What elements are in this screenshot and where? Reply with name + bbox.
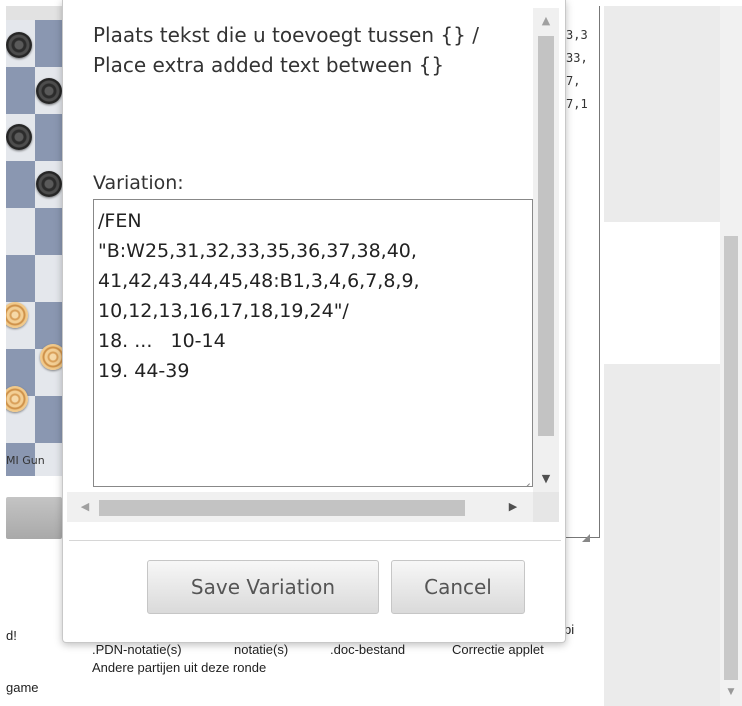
textarea-resize-icon[interactable]: [521, 475, 530, 484]
scroll-down-icon[interactable]: ▼: [533, 466, 559, 492]
resize-grip-icon[interactable]: [580, 532, 590, 542]
scroll-left-icon[interactable]: ◀: [75, 492, 95, 522]
variation-label: Variation:: [93, 172, 184, 194]
move-fragment: 7,: [566, 74, 581, 88]
variation-line: "B:W25,31,32,33,35,36,37,38,40,: [98, 240, 417, 262]
black-piece-icon[interactable]: [36, 78, 62, 104]
board-square[interactable]: [6, 255, 35, 302]
white-piece-icon[interactable]: [40, 344, 62, 370]
dialog-scroll-area: Plaats tekst die u toevoegt tussen {} / …: [67, 6, 561, 526]
link-game[interactable]: game: [6, 680, 39, 695]
save-variation-button[interactable]: Save Variation: [147, 560, 379, 614]
board-square[interactable]: [6, 67, 35, 114]
cancel-button[interactable]: Cancel: [391, 560, 525, 614]
variation-line: 19. 44-39: [98, 360, 190, 382]
link-fragment[interactable]: d!: [6, 628, 17, 643]
link-notatie[interactable]: notatie(s): [234, 642, 288, 657]
link-pdn-notatie[interactable]: .PDN-notatie(s): [92, 642, 182, 657]
player-name-label: MI Gun: [6, 454, 45, 467]
checkers-board[interactable]: [6, 6, 62, 476]
horizontal-scrollbar[interactable]: ◀ ▶: [67, 492, 533, 522]
page-scrollbar-thumb[interactable]: [724, 236, 738, 680]
black-piece-icon[interactable]: [6, 32, 32, 58]
board-square[interactable]: [35, 208, 62, 255]
board-square[interactable]: [35, 114, 62, 161]
variation-dialog: Plaats tekst die u toevoegt tussen {} / …: [62, 0, 566, 643]
page-scroll-down-icon[interactable]: ▼: [724, 684, 738, 700]
black-piece-icon[interactable]: [6, 124, 32, 150]
dialog-divider: [69, 540, 561, 541]
side-panel-bottom: [604, 364, 720, 706]
variation-text: /FEN "B:W25,31,32,33,35,36,37,38,40, 41,42…: [98, 206, 420, 386]
variation-line: /FEN: [98, 210, 142, 232]
scrollbar-corner: [533, 492, 559, 522]
move-fragment: 33,: [566, 51, 588, 65]
vertical-scrollbar-thumb[interactable]: [538, 36, 554, 436]
scroll-right-icon[interactable]: ▶: [503, 492, 523, 522]
link-andere-partijen[interactable]: Andere partijen uit deze ronde: [92, 660, 266, 675]
scroll-up-icon[interactable]: ▲: [533, 8, 559, 34]
black-piece-icon[interactable]: [36, 171, 62, 197]
link-doc-bestand[interactable]: .doc-bestand: [330, 642, 405, 657]
vertical-scrollbar[interactable]: ▲ ▼: [533, 8, 559, 492]
background-button[interactable]: [6, 497, 62, 539]
moves-list-text: 3,3 33, 7, 7,1: [566, 24, 588, 116]
variation-textarea[interactable]: /FEN "B:W25,31,32,33,35,36,37,38,40, 41,42…: [93, 199, 533, 487]
variation-line: 10,12,13,16,17,18,19,24"/: [98, 300, 349, 322]
instructions-text: Plaats tekst die u toevoegt tussen {} / …: [93, 23, 479, 77]
board-square[interactable]: [6, 161, 35, 208]
move-fragment: 3,3: [566, 28, 588, 42]
horizontal-scrollbar-thumb[interactable]: [99, 500, 465, 516]
link-correctie-applet[interactable]: Correctie applet: [452, 642, 544, 657]
board-square[interactable]: [35, 302, 62, 349]
variation-line: 18. ... 10-14: [98, 330, 226, 352]
board-square[interactable]: [35, 255, 62, 302]
variation-line: 41,42,43,44,45,48:B1,3,4,6,7,8,9,: [98, 270, 420, 292]
board-square[interactable]: [35, 396, 62, 443]
side-panel-top: [604, 6, 720, 222]
move-fragment: 7,1: [566, 97, 588, 111]
board-square[interactable]: [35, 20, 62, 67]
board-square[interactable]: [6, 208, 35, 255]
